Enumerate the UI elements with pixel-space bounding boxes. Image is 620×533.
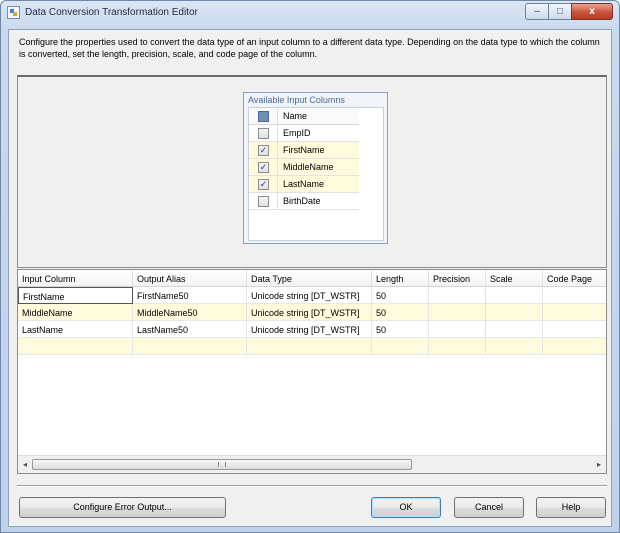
cell-precision[interactable] [429,338,486,355]
grip-icon [218,462,226,467]
available-columns-panel: Available Input Columns Name EmpID ✓ Fir… [17,75,607,268]
cell-input-column[interactable]: LastName [18,321,133,338]
cell-input-column[interactable]: MiddleName [18,304,133,321]
ok-button[interactable]: OK [371,497,441,518]
list-item-firstname[interactable]: ✓ FirstName [249,142,359,159]
dialog-client-area: Configure the properties used to convert… [8,29,612,527]
list-item-birthdate[interactable]: BirthDate [249,193,359,210]
conversion-grid: Input Column Output Alias Data Type Leng… [17,269,607,474]
cell-precision[interactable] [429,287,486,304]
cell-data-type[interactable] [247,338,372,355]
cell-scale[interactable] [486,304,543,321]
available-input-columns-title: Available Input Columns [248,95,345,105]
header-scale[interactable]: Scale [486,270,543,287]
checkbox-birthdate[interactable] [258,196,269,207]
cell-data-type[interactable]: Unicode string [DT_WSTR] [247,321,372,338]
window-title: Data Conversion Transformation Editor [25,7,198,18]
column-name: LastName [283,179,325,189]
list-item-lastname[interactable]: ✓ LastName [249,176,359,193]
horizontal-scrollbar[interactable]: ◂ ▸ [18,455,606,473]
cell-scale[interactable] [486,287,543,304]
column-name: BirthDate [283,196,321,206]
cell-scale[interactable] [486,338,543,355]
cell-output-alias[interactable]: MiddleName50 [133,304,247,321]
scroll-right-icon[interactable]: ▸ [592,458,606,471]
conversion-grid-header: Input Column Output Alias Data Type Leng… [18,270,606,287]
cell-code-page[interactable] [543,321,606,338]
close-button[interactable]: x [571,3,613,20]
cell-data-type[interactable]: Unicode string [DT_WSTR] [247,287,372,304]
checkbox-empid[interactable] [258,128,269,139]
select-all-checkbox[interactable] [258,111,269,122]
header-output-alias[interactable]: Output Alias [133,270,247,287]
available-columns-list: Name EmpID ✓ FirstName ✓ MiddleName ✓ La… [248,107,384,241]
column-name: FirstName [283,145,325,155]
header-code-page[interactable]: Code Page [543,270,606,287]
cell-length[interactable]: 50 [372,304,429,321]
table-row[interactable]: FirstName FirstName50 Unicode string [DT… [18,287,606,304]
cell-length[interactable] [372,338,429,355]
list-item-empid[interactable]: EmpID [249,125,359,142]
caption-buttons: – □ x [525,3,613,20]
scroll-left-icon[interactable]: ◂ [18,458,32,471]
cell-output-alias[interactable]: FirstName50 [133,287,247,304]
cell-precision[interactable] [429,304,486,321]
checkbox-lastname[interactable]: ✓ [258,179,269,190]
cell-input-column[interactable]: FirstName [18,287,133,304]
checkbox-middlename[interactable]: ✓ [258,162,269,173]
header-length[interactable]: Length [372,270,429,287]
header-input-column[interactable]: Input Column [18,270,133,287]
cell-length[interactable]: 50 [372,287,429,304]
header-data-type[interactable]: Data Type [247,270,372,287]
scrollbar-thumb[interactable] [32,459,412,470]
cell-code-page[interactable] [543,287,606,304]
cell-output-alias[interactable] [133,338,247,355]
cell-output-alias[interactable]: LastName50 [133,321,247,338]
ssis-editor-icon [7,6,20,19]
cell-data-type[interactable]: Unicode string [DT_WSTR] [247,304,372,321]
help-button[interactable]: Help [536,497,606,518]
column-name: MiddleName [283,162,334,172]
configure-error-output-button[interactable]: Configure Error Output... [19,497,226,518]
table-row[interactable]: MiddleName MiddleName50 Unicode string [… [18,304,606,321]
available-input-columns-box: Available Input Columns Name EmpID ✓ Fir… [243,92,388,244]
cell-scale[interactable] [486,321,543,338]
cancel-button[interactable]: Cancel [454,497,524,518]
cell-input-column[interactable] [18,338,133,355]
new-row[interactable] [18,338,606,355]
name-column-header: Name [283,111,308,121]
table-row[interactable]: LastName LastName50 Unicode string [DT_W… [18,321,606,338]
list-item-middlename[interactable]: ✓ MiddleName [249,159,359,176]
available-columns-header: Name [249,108,359,125]
minimize-button[interactable]: – [525,3,549,20]
description-text: Configure the properties used to convert… [19,37,600,59]
header-precision[interactable]: Precision [429,270,486,287]
cell-precision[interactable] [429,321,486,338]
cell-length[interactable]: 50 [372,321,429,338]
button-divider [17,485,607,487]
maximize-button[interactable]: □ [548,3,572,20]
title-bar[interactable]: Data Conversion Transformation Editor – … [1,1,619,25]
cell-code-page[interactable] [543,304,606,321]
column-name: EmpID [283,128,311,138]
checkbox-firstname[interactable]: ✓ [258,145,269,156]
dialog-window: Data Conversion Transformation Editor – … [0,0,620,533]
cell-code-page[interactable] [543,338,606,355]
